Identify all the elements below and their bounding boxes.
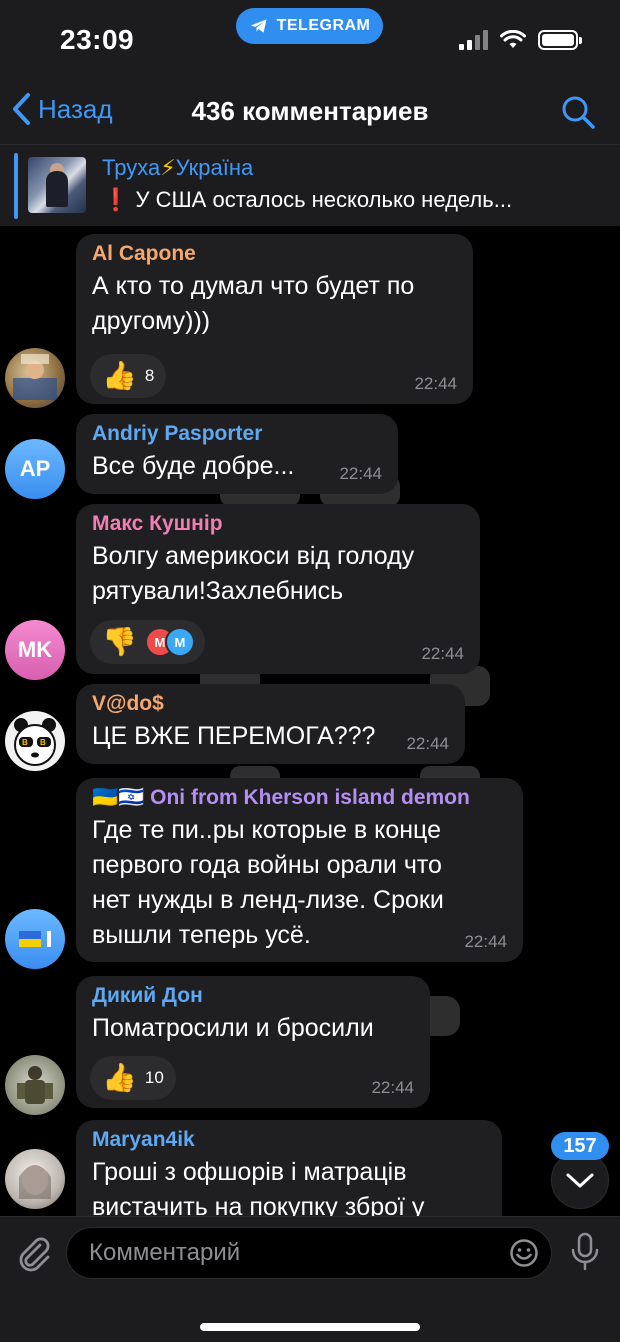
avatar[interactable]: B B [5, 711, 65, 771]
author-name[interactable]: Andriy Pasporter [92, 422, 382, 446]
message-bubble[interactable]: Andriy Pasporter Все буде добре... 22:44 [76, 414, 398, 494]
reaction-chip[interactable]: 👎 M M [90, 620, 205, 664]
message-text: Гроші з офшорів і матраців вистачить на п… [92, 1158, 425, 1216]
reactor-avatar: M [164, 627, 195, 657]
avatar[interactable]: AP [5, 439, 65, 499]
message-time: 22:44 [406, 734, 449, 753]
paperclip-icon[interactable] [14, 1233, 54, 1273]
author-name[interactable]: 🇺🇦🇮🇱 Oni from Kherson island demon [92, 786, 507, 810]
page-title: 436 комментариев [191, 96, 429, 126]
avatar[interactable] [5, 1149, 65, 1209]
status-bar: 23:09 TELEGRAM [0, 0, 620, 80]
wifi-icon [500, 30, 526, 48]
microphone-icon[interactable] [568, 1231, 602, 1273]
clock: 23:09 [60, 24, 135, 55]
telegram-pill[interactable]: TELEGRAM [236, 8, 383, 44]
pinned-thumbnail [28, 157, 86, 213]
emoji-icon[interactable] [509, 1238, 539, 1268]
reaction-count: 10 [144, 1068, 164, 1087]
unread-badge: 157 [551, 1132, 609, 1160]
exclamation-icon: ❗ [102, 187, 130, 212]
pinned-accent-bar [14, 153, 18, 219]
svg-text:B: B [22, 738, 28, 747]
message-time: 22:44 [464, 932, 507, 951]
message-bubble[interactable]: Al Capone А кто то думал что будет по дру… [76, 234, 473, 404]
telegram-pill-label: TELEGRAM [276, 17, 371, 34]
thumbs-up-icon: 👍 [102, 1062, 137, 1093]
message-text: А кто то думал что будет по другому))) [92, 272, 415, 335]
pinned-post[interactable]: Труха⚡Україна ❗ У США осталось несколько… [0, 144, 620, 226]
message-bubble[interactable]: V@do$ ЦЕ ВЖЕ ПЕРЕМОГА??? 22:44 [76, 684, 465, 764]
reaction-chip[interactable]: 👍 10 [90, 1056, 176, 1100]
author-name[interactable]: V@do$ [92, 692, 449, 716]
message-time: 22:44 [421, 644, 464, 663]
message-text: Где те пи..ры которые в конце первого год… [92, 816, 444, 949]
battery-icon [538, 30, 582, 50]
message-bubble[interactable]: 🇺🇦🇮🇱 Oni from Kherson island demon Где т… [76, 778, 523, 962]
author-name[interactable]: Макс Кушнір [92, 512, 464, 536]
message-time: 22:44 [414, 374, 457, 393]
avatar[interactable] [5, 1055, 65, 1115]
message-text: Волгу америкоси від голоду рятували!Захле… [92, 542, 415, 605]
chevron-down-icon [566, 1173, 594, 1188]
message-time: 22:44 [339, 464, 382, 483]
comment-input[interactable] [89, 1228, 489, 1278]
svg-text:B: B [40, 738, 46, 747]
message-text: ЦЕ ВЖЕ ПЕРЕМОГА??? [92, 722, 376, 750]
input-bar [0, 1216, 620, 1342]
signal-icon [459, 30, 488, 50]
message-bubble[interactable]: Дикий Дон Поматросили и бросили 👍 10 22:… [76, 976, 430, 1108]
avatar[interactable] [5, 348, 65, 408]
nav-bar: Назад 436 комментариев [0, 80, 620, 144]
message-text: Поматросили и бросили [92, 1014, 374, 1042]
search-icon[interactable] [560, 94, 596, 130]
thumbs-up-icon: 👍 [102, 360, 137, 391]
thumbs-down-icon: 👎 [102, 626, 137, 657]
reaction-count: 8 [144, 366, 155, 385]
status-icons [459, 30, 582, 50]
author-name[interactable]: Maryan4ik [92, 1128, 486, 1152]
author-name[interactable]: Al Capone [92, 242, 457, 266]
pinned-text: ❗ У США осталось несколько недель... [102, 187, 513, 212]
home-indicator [200, 1323, 420, 1331]
comment-field[interactable] [66, 1227, 552, 1279]
author-name[interactable]: Дикий Дон [92, 984, 414, 1008]
message-bubble[interactable]: Maryan4ik Гроші з офшорів і матраців вист… [76, 1120, 502, 1216]
avatar[interactable]: MK [5, 620, 65, 680]
avatar[interactable] [5, 909, 65, 969]
message-bubble[interactable]: Макс Кушнір Волгу америкоси від голоду ря… [76, 504, 480, 674]
telegram-icon [250, 19, 267, 33]
chat-area[interactable]: Al Capone А кто то думал что будет по дру… [0, 226, 620, 1216]
message-time: 22:44 [371, 1078, 414, 1097]
reaction-chip[interactable]: 👍 8 [90, 354, 167, 398]
pinned-channel-name: Труха⚡Україна [102, 155, 254, 180]
